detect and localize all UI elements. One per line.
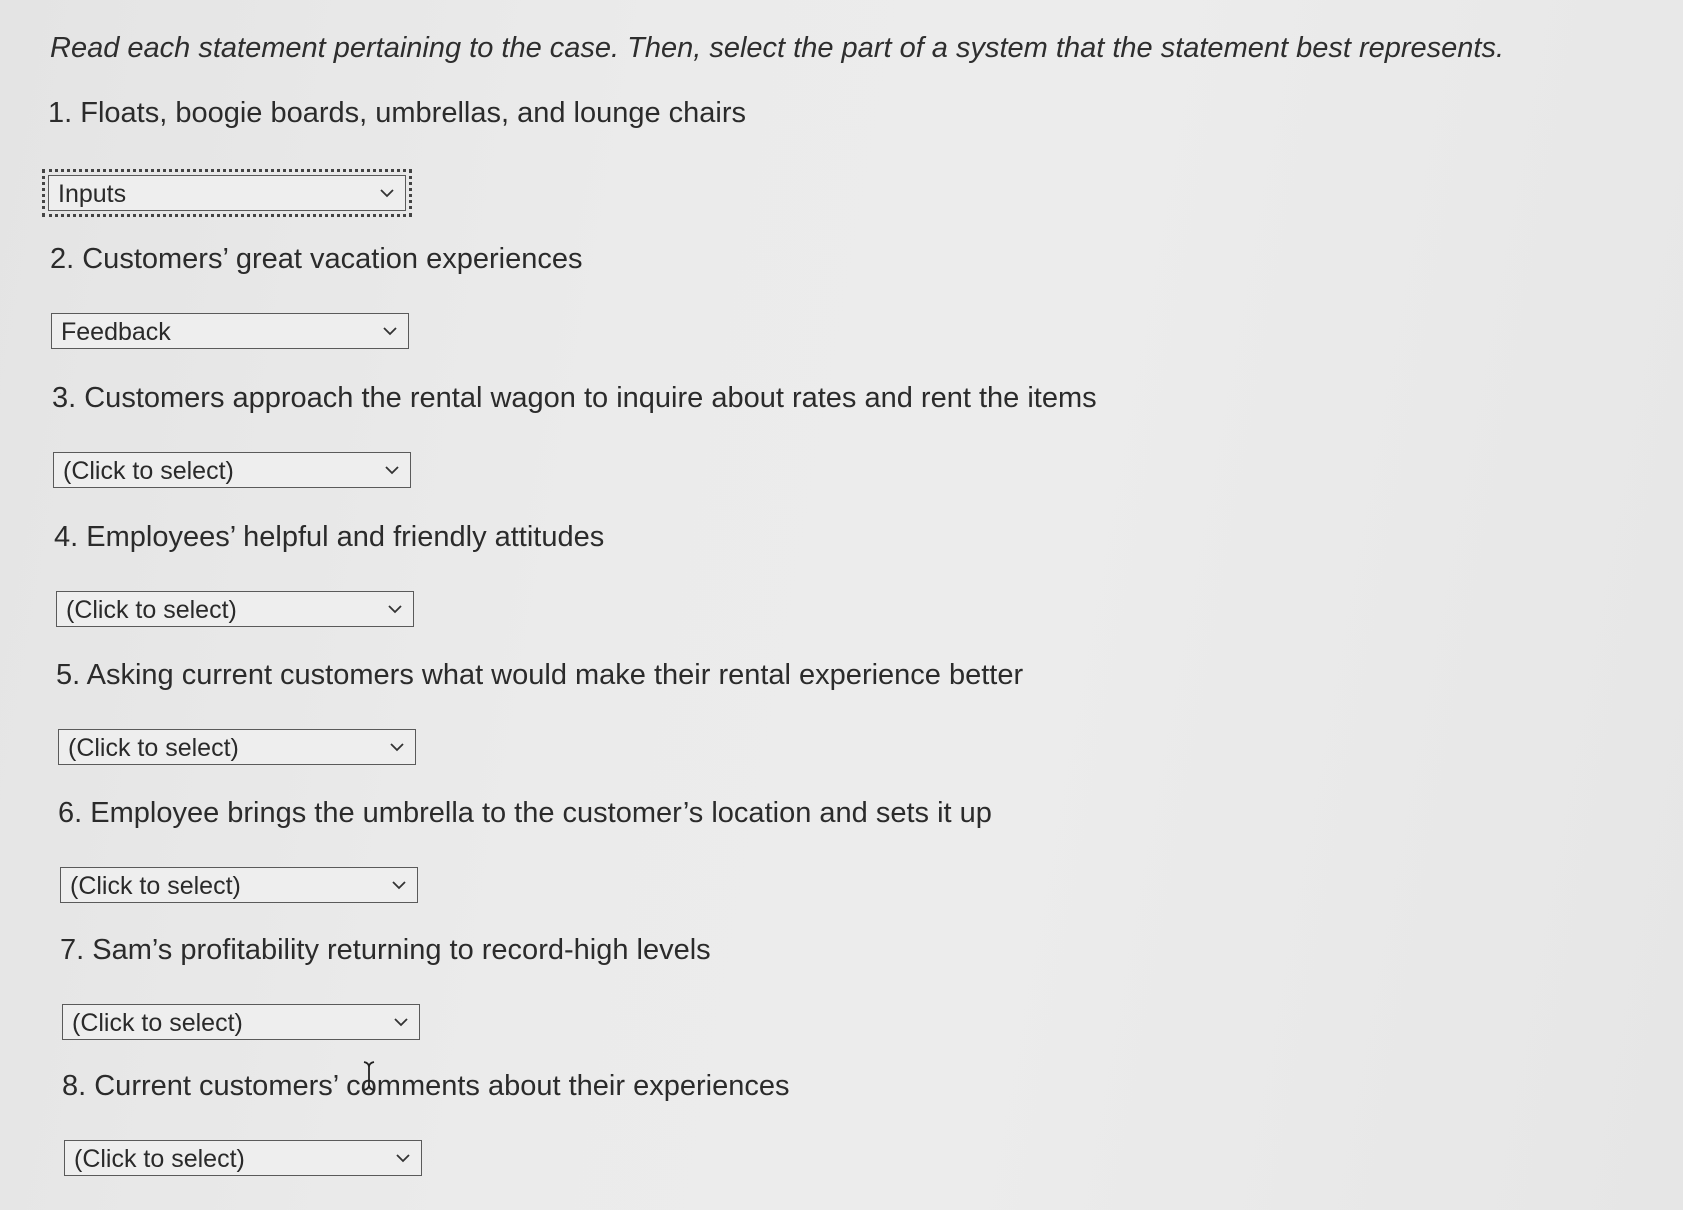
dropdown-3[interactable]: (Click to select) [53, 452, 411, 488]
question-7: 7. Sam’s profitability returning to reco… [60, 934, 711, 966]
question-5: 5. Asking current customers what would m… [56, 659, 1024, 691]
chevron-down-icon [380, 189, 394, 198]
dropdown-4-value: (Click to select) [66, 596, 237, 624]
question-4: 4. Employees’ helpful and friendly attit… [54, 521, 605, 553]
chevron-down-icon [383, 327, 397, 336]
dropdown-1-value: Inputs [58, 180, 127, 208]
chevron-down-icon [396, 1154, 410, 1163]
chevron-down-icon [392, 881, 406, 890]
question-8: 8. Current customers’ comments about the… [62, 1070, 790, 1102]
dropdown-2-value: Feedback [61, 318, 171, 346]
dropdown-5-value: (Click to select) [68, 734, 239, 762]
question-page: Read each statement pertaining to the ca… [0, 0, 1683, 1210]
question-2: 2. Customers’ great vacation experiences [50, 243, 583, 275]
dropdown-3-value: (Click to select) [63, 457, 234, 485]
dropdown-7[interactable]: (Click to select) [62, 1004, 420, 1040]
dropdown-5[interactable]: (Click to select) [58, 729, 416, 765]
dropdown-1[interactable]: Inputs [42, 169, 412, 217]
instructions-text: Read each statement pertaining to the ca… [50, 32, 1505, 64]
chevron-down-icon [390, 743, 404, 752]
dropdown-7-value: (Click to select) [72, 1009, 243, 1037]
question-1: 1. Floats, boogie boards, umbrellas, and… [48, 97, 747, 129]
question-6: 6. Employee brings the umbrella to the c… [58, 797, 992, 829]
dropdown-2[interactable]: Feedback [51, 313, 409, 349]
text-cursor-icon [363, 1061, 375, 1091]
chevron-down-icon [394, 1018, 408, 1027]
chevron-down-icon [388, 605, 402, 614]
chevron-down-icon [385, 466, 399, 475]
dropdown-6[interactable]: (Click to select) [60, 867, 418, 903]
dropdown-8[interactable]: (Click to select) [64, 1140, 422, 1176]
dropdown-8-value: (Click to select) [74, 1145, 245, 1173]
dropdown-4[interactable]: (Click to select) [56, 591, 414, 627]
question-3: 3. Customers approach the rental wagon t… [52, 382, 1097, 414]
dropdown-6-value: (Click to select) [70, 872, 241, 900]
